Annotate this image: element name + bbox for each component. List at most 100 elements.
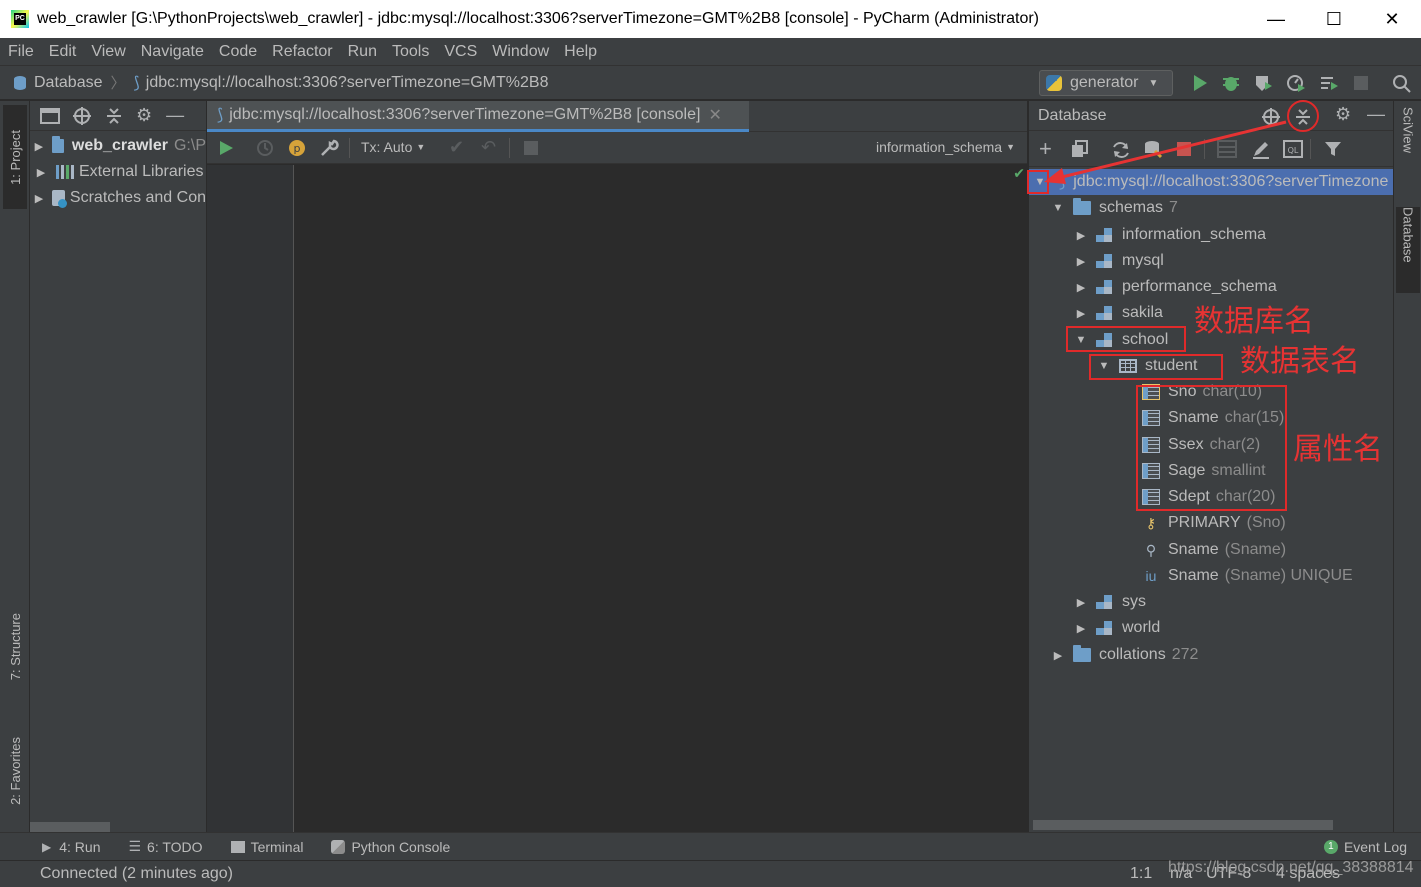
mysql-icon: ⟆ xyxy=(217,107,224,124)
hide-panel-icon[interactable]: — xyxy=(1367,104,1385,125)
chevron-down-icon: ▼ xyxy=(1006,142,1015,152)
tool-tab-python-console[interactable]: Python Console xyxy=(331,839,450,855)
key-icon: ⚷ xyxy=(1145,514,1157,531)
project-tree-item[interactable]: ▶ web_crawler G:\P xyxy=(30,133,206,159)
execute-icon[interactable] xyxy=(217,139,235,157)
debug-icon[interactable] xyxy=(1220,73,1242,93)
menu-window[interactable]: Window xyxy=(492,43,549,61)
tree-index-row[interactable]: ⚲ Sname (Sname) xyxy=(1142,537,1286,563)
tool-tab-favorites[interactable]: 2: Favorites xyxy=(3,721,27,821)
horizontal-scrollbar[interactable] xyxy=(30,822,110,832)
tree-schemas-row[interactable]: ▼ schemas 7 xyxy=(1051,195,1178,221)
commit-icon[interactable]: ✔ xyxy=(449,137,464,158)
menu-code[interactable]: Code xyxy=(219,43,257,61)
menu-vcs[interactable]: VCS xyxy=(444,43,477,61)
bottom-tool-bar: ▶ 4: Run ☰ 6: TODO Terminal Python Conso… xyxy=(0,832,1421,860)
tree-collations-row[interactable]: ▶ collations 272 xyxy=(1051,642,1198,668)
concurrency-icon[interactable] xyxy=(1318,73,1340,93)
stop-icon[interactable] xyxy=(1350,73,1372,93)
hide-panel-icon[interactable]: — xyxy=(166,105,184,126)
gear-icon[interactable]: ⚙ xyxy=(136,105,152,126)
menu-edit[interactable]: Edit xyxy=(49,43,77,61)
project-tree-item[interactable]: ▶ External Libraries xyxy=(30,159,206,185)
menu-file[interactable]: File xyxy=(8,43,34,61)
schema-icon xyxy=(1096,227,1114,243)
tree-schema-row[interactable]: ▶ mysql xyxy=(1074,248,1164,274)
tool-tab-database[interactable]: Database xyxy=(1396,207,1420,293)
collapse-all-icon[interactable] xyxy=(104,106,124,126)
window-title: web_crawler [G:\PythonProjects\web_crawl… xyxy=(37,10,1039,27)
annotation-attr-name: 属性名 xyxy=(1293,432,1383,467)
scratches-icon xyxy=(52,190,67,208)
tool-tab-project[interactable]: 1: Project xyxy=(3,105,27,209)
coverage-icon[interactable] xyxy=(1253,73,1275,93)
sql-editor[interactable] xyxy=(294,165,1027,832)
libraries-icon xyxy=(56,165,74,179)
window-icon[interactable] xyxy=(40,107,60,125)
menu-run[interactable]: Run xyxy=(348,43,377,61)
menu-tools[interactable]: Tools xyxy=(392,43,429,61)
tree-schema-row[interactable]: ▶ world xyxy=(1074,615,1160,641)
run-configuration-select[interactable]: generator ▼ xyxy=(1039,70,1173,96)
minimize-button[interactable]: — xyxy=(1247,0,1305,38)
cancel-statement-icon[interactable] xyxy=(524,141,538,155)
close-tab-icon[interactable]: ✕ xyxy=(708,105,721,125)
watermark-text: https://blog.csdn.net/qq_38388814 xyxy=(1168,859,1414,876)
todo-list-icon: ☰ xyxy=(128,838,142,854)
editor-tab-console[interactable]: ⟆ jdbc:mysql://localhost:3306?serverTime… xyxy=(207,101,749,132)
annotation-arrow xyxy=(1044,120,1287,184)
expand-arrow-icon: ▶ xyxy=(34,192,44,205)
menu-help[interactable]: Help xyxy=(564,43,597,61)
expand-arrow-icon: ▶ xyxy=(36,166,46,179)
caret-position[interactable]: 1:1 xyxy=(1130,865,1152,883)
history-icon[interactable] xyxy=(255,138,275,158)
console-toolbar: p Tx: Auto ▼ ✔ ↶ information_schema ▼ xyxy=(207,132,1027,164)
annotation-box-columns xyxy=(1136,385,1287,511)
event-log-button[interactable]: 1 Event Log xyxy=(1323,839,1407,855)
locate-icon[interactable] xyxy=(72,106,92,126)
project-tree-item[interactable]: ▶ Scratches and Con xyxy=(30,185,206,211)
editor-gutter xyxy=(207,165,294,832)
run-icon[interactable] xyxy=(1189,73,1211,93)
tree-key-row[interactable]: ⚷ PRIMARY (Sno) xyxy=(1142,510,1286,536)
schema-select[interactable]: information_schema ▼ xyxy=(876,139,1015,155)
right-tool-strip: SciView Database xyxy=(1393,101,1421,832)
tool-tab-todo[interactable]: ☰ 6: TODO xyxy=(128,838,202,855)
menu-refactor[interactable]: Refactor xyxy=(272,43,332,61)
tool-tab-sciview[interactable]: SciView xyxy=(1396,107,1420,197)
python-icon xyxy=(1046,75,1062,91)
mysql-icon: ⟆ xyxy=(133,74,140,92)
breadcrumb-database[interactable]: Database xyxy=(12,74,103,92)
filter-icon[interactable] xyxy=(1323,139,1343,159)
folder-icon xyxy=(1073,645,1091,662)
tool-tab-structure[interactable]: 7: Structure xyxy=(3,597,27,697)
search-icon[interactable] xyxy=(1391,73,1413,93)
tree-schema-row[interactable]: ▶ information_schema xyxy=(1074,222,1266,248)
expand-arrow-icon: ▶ xyxy=(1076,596,1086,609)
menu-view[interactable]: View xyxy=(91,43,125,61)
breadcrumb-connection[interactable]: ⟆ jdbc:mysql://localhost:3306?serverTime… xyxy=(134,73,549,93)
gear-icon[interactable]: ⚙ xyxy=(1335,104,1351,125)
tree-schema-row[interactable]: ▶ sakila xyxy=(1074,300,1163,326)
check-icon: ✔ xyxy=(1013,165,1025,181)
explain-plan-icon[interactable]: p xyxy=(287,138,307,158)
horizontal-scrollbar[interactable] xyxy=(1033,820,1333,830)
maximize-button[interactable]: ☐ xyxy=(1305,0,1363,38)
close-window-button[interactable]: ✕ xyxy=(1363,0,1421,38)
wrench-icon[interactable] xyxy=(319,138,339,158)
tool-tab-terminal[interactable]: Terminal xyxy=(230,839,303,855)
profile-icon[interactable] xyxy=(1285,73,1307,93)
expand-arrow-icon: ▼ xyxy=(1052,202,1064,214)
chevron-down-icon: ▼ xyxy=(416,142,426,152)
menu-navigate[interactable]: Navigate xyxy=(141,43,204,61)
event-log-icon: 1 xyxy=(1323,839,1338,854)
status-message: Connected (2 minutes ago) xyxy=(40,865,233,882)
rollback-icon[interactable]: ↶ xyxy=(481,137,496,158)
left-tool-strip: 1: Project 7: Structure 2: Favorites xyxy=(0,101,30,832)
tool-tab-run[interactable]: ▶ 4: Run xyxy=(42,839,100,855)
chevron-down-icon: ▼ xyxy=(1148,77,1159,89)
tree-index-row[interactable]: iu Sname (Sname) UNIQUE xyxy=(1142,563,1353,589)
tree-schema-row[interactable]: ▶ sys xyxy=(1074,589,1146,615)
expand-arrow-icon: ▶ xyxy=(34,140,44,153)
transaction-mode-select[interactable]: Tx: Auto ▼ xyxy=(361,139,425,155)
